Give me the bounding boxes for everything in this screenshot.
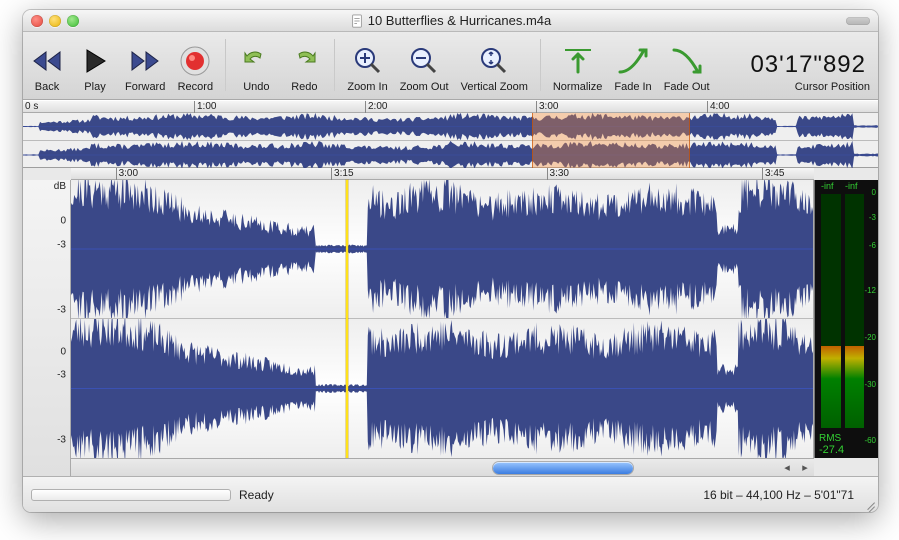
titlebar: 10 Butterflies & Hurricanes.m4a	[23, 10, 878, 32]
redo-button[interactable]: Redo	[280, 32, 328, 99]
fast-forward-icon	[127, 43, 163, 79]
page-title: 10 Butterflies & Hurricanes.m4a	[368, 13, 552, 28]
level-meter: -inf -inf 0 -3 -6 -12 -20 -30 -60 RMS -2…	[814, 180, 878, 458]
overview-track[interactable]: 0 s 1:00 2:00 3:00 4:00	[23, 100, 878, 168]
normalize-icon	[560, 43, 596, 79]
progress-bar	[31, 489, 231, 501]
forward-button[interactable]: Forward	[119, 32, 171, 99]
back-button[interactable]: Back	[23, 32, 71, 99]
scroll-right-icon[interactable]: ▸	[798, 461, 812, 474]
overview-ruler[interactable]: 0 s 1:00 2:00 3:00 4:00	[23, 101, 878, 113]
editor: dB 0 -3 -3 0 -3 -3 3:00 3:15 3:30 3:45 -…	[23, 168, 878, 476]
play-icon	[77, 43, 113, 79]
waveform-right-channel	[71, 319, 813, 458]
rewind-icon	[29, 43, 65, 79]
scroll-left-icon[interactable]: ◂	[780, 461, 794, 474]
waveform-view[interactable]	[71, 180, 814, 458]
overview-start: 0 s	[25, 101, 38, 112]
meter-bar-left	[821, 194, 841, 428]
zoom-in-button[interactable]: Zoom In	[341, 32, 393, 99]
meter-bar-right	[845, 194, 865, 428]
toolbar: Back Play Forward Record Undo Redo Zoom …	[23, 32, 878, 100]
cursor-position-display: 03'17"892 Cursor Position	[740, 51, 878, 99]
status-bar: Ready 16 bit – 44,100 Hz – 5'01"71	[23, 476, 878, 512]
zoom-out-button[interactable]: Zoom Out	[394, 32, 455, 99]
normalize-button[interactable]: Normalize	[547, 32, 609, 99]
vertical-zoom-button[interactable]: Vertical Zoom	[455, 32, 534, 99]
vertical-zoom-icon	[476, 43, 512, 79]
zoom-out-icon	[406, 43, 442, 79]
redo-icon	[286, 43, 322, 79]
db-gutter: dB 0 -3 -3 0 -3 -3	[23, 180, 71, 476]
record-icon	[177, 43, 213, 79]
waveform-left-channel	[71, 180, 813, 318]
document-icon	[350, 14, 364, 28]
zoom-in-icon	[350, 43, 386, 79]
fade-out-button[interactable]: Fade Out	[658, 32, 716, 99]
scrollbar-thumb[interactable]	[493, 462, 633, 474]
horizontal-scrollbar[interactable]: ◂ ▸	[71, 458, 814, 476]
playhead[interactable]	[346, 180, 348, 458]
window: 10 Butterflies & Hurricanes.m4a Back Pla…	[23, 10, 878, 512]
record-button[interactable]: Record	[171, 32, 219, 99]
format-text: 16 bit – 44,100 Hz – 5'01"71	[703, 488, 854, 502]
undo-icon	[238, 43, 274, 79]
overview-selection[interactable]	[532, 113, 690, 169]
fade-in-icon	[615, 43, 651, 79]
overview-waveform-right	[23, 141, 878, 169]
undo-button[interactable]: Undo	[232, 32, 280, 99]
overview-waveform-left	[23, 113, 878, 140]
status-text: Ready	[239, 488, 274, 502]
play-button[interactable]: Play	[71, 32, 119, 99]
resize-handle[interactable]	[861, 495, 875, 509]
time-ruler[interactable]: 3:00 3:15 3:30 3:45	[71, 168, 814, 180]
fade-in-button[interactable]: Fade In	[608, 32, 657, 99]
fade-out-icon	[669, 43, 705, 79]
